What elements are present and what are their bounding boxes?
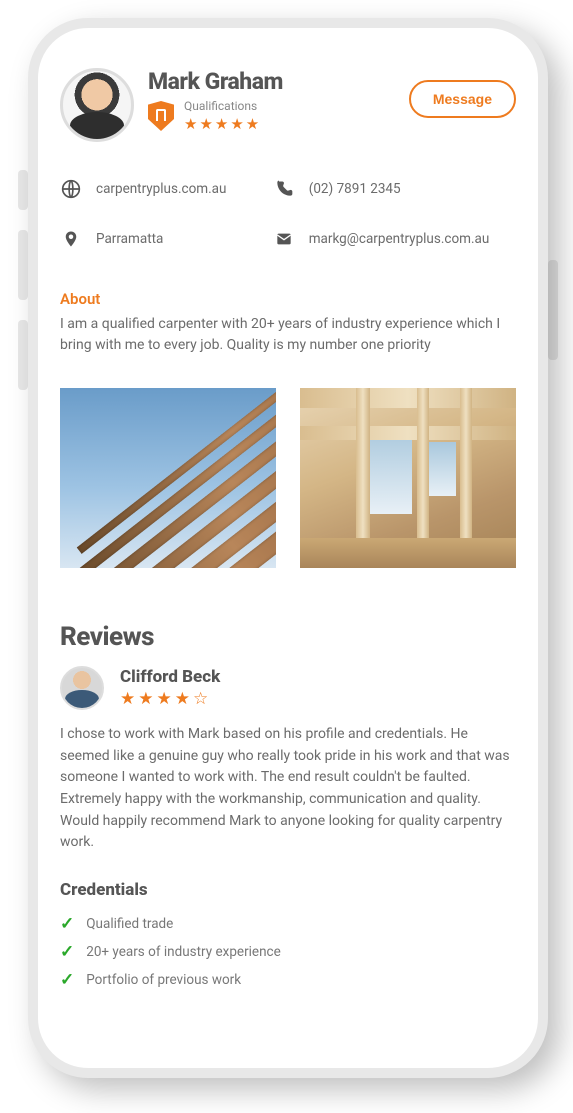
profile-name-block: Mark Graham Qualifications ★★★★★	[148, 68, 395, 133]
contact-phone-text: (02) 7891 2345	[309, 181, 401, 197]
contact-grid: carpentryplus.com.au (02) 7891 2345 Parr…	[60, 178, 516, 250]
credentials-section: Credentials ✓ Qualified trade ✓ 20+ year…	[60, 880, 516, 994]
shield-badge-icon	[148, 101, 174, 131]
check-icon: ✓	[60, 970, 74, 990]
phone-side-button	[18, 320, 28, 390]
credential-text: Portfolio of previous work	[86, 972, 241, 988]
phone-side-button	[18, 230, 28, 300]
portfolio-photo[interactable]	[300, 388, 516, 568]
contact-email-text: markg@carpentryplus.com.au	[309, 231, 490, 247]
reviewer-name: Clifford Beck	[120, 667, 220, 687]
profile-screen: Mark Graham Qualifications ★★★★★ Message…	[38, 28, 538, 1014]
portfolio-photos	[60, 388, 516, 568]
contact-location[interactable]: Parramatta	[60, 228, 263, 250]
check-icon: ✓	[60, 942, 74, 962]
globe-icon	[60, 178, 82, 200]
credential-item: ✓ 20+ years of industry experience	[60, 938, 516, 966]
credential-item: ✓ Qualified trade	[60, 910, 516, 938]
contact-phone[interactable]: (02) 7891 2345	[273, 178, 516, 200]
about-text: I am a qualified carpenter with 20+ year…	[60, 314, 516, 356]
credential-text: Qualified trade	[86, 916, 173, 932]
contact-website-text: carpentryplus.com.au	[96, 181, 226, 197]
profile-rating-stars: ★★★★★	[184, 115, 261, 133]
review-header: Clifford Beck ★★★★☆	[60, 666, 516, 710]
contact-email[interactable]: markg@carpentryplus.com.au	[273, 228, 516, 250]
review-text: I chose to work with Mark based on his p…	[60, 724, 516, 854]
qualifications-row: Qualifications ★★★★★	[148, 99, 395, 133]
about-section: About I am a qualified carpenter with 20…	[60, 290, 516, 356]
portfolio-photo[interactable]	[60, 388, 276, 568]
credential-text: 20+ years of industry experience	[86, 944, 281, 960]
phone-side-button	[18, 170, 28, 210]
qualifications-label: Qualifications	[184, 99, 261, 113]
phone-frame: Mark Graham Qualifications ★★★★★ Message…	[28, 18, 548, 1078]
review-rating-stars: ★★★★☆	[120, 689, 220, 709]
reviews-heading: Reviews	[60, 622, 516, 652]
credentials-list: ✓ Qualified trade ✓ 20+ years of industr…	[60, 910, 516, 994]
profile-header: Mark Graham Qualifications ★★★★★ Message	[60, 68, 516, 142]
profile-name: Mark Graham	[148, 68, 395, 95]
about-heading: About	[60, 290, 516, 308]
contact-location-text: Parramatta	[96, 231, 163, 247]
reviews-section: Reviews Clifford Beck ★★★★☆ I chose to w…	[60, 622, 516, 854]
reviewer-avatar[interactable]	[60, 666, 104, 710]
profile-avatar[interactable]	[60, 68, 134, 142]
message-button[interactable]: Message	[409, 80, 516, 118]
contact-website[interactable]: carpentryplus.com.au	[60, 178, 263, 200]
credentials-heading: Credentials	[60, 880, 516, 900]
credential-item: ✓ Portfolio of previous work	[60, 966, 516, 994]
check-icon: ✓	[60, 914, 74, 934]
phone-icon	[273, 178, 295, 200]
location-pin-icon	[60, 228, 82, 250]
phone-side-button	[548, 260, 558, 360]
envelope-icon	[273, 228, 295, 250]
